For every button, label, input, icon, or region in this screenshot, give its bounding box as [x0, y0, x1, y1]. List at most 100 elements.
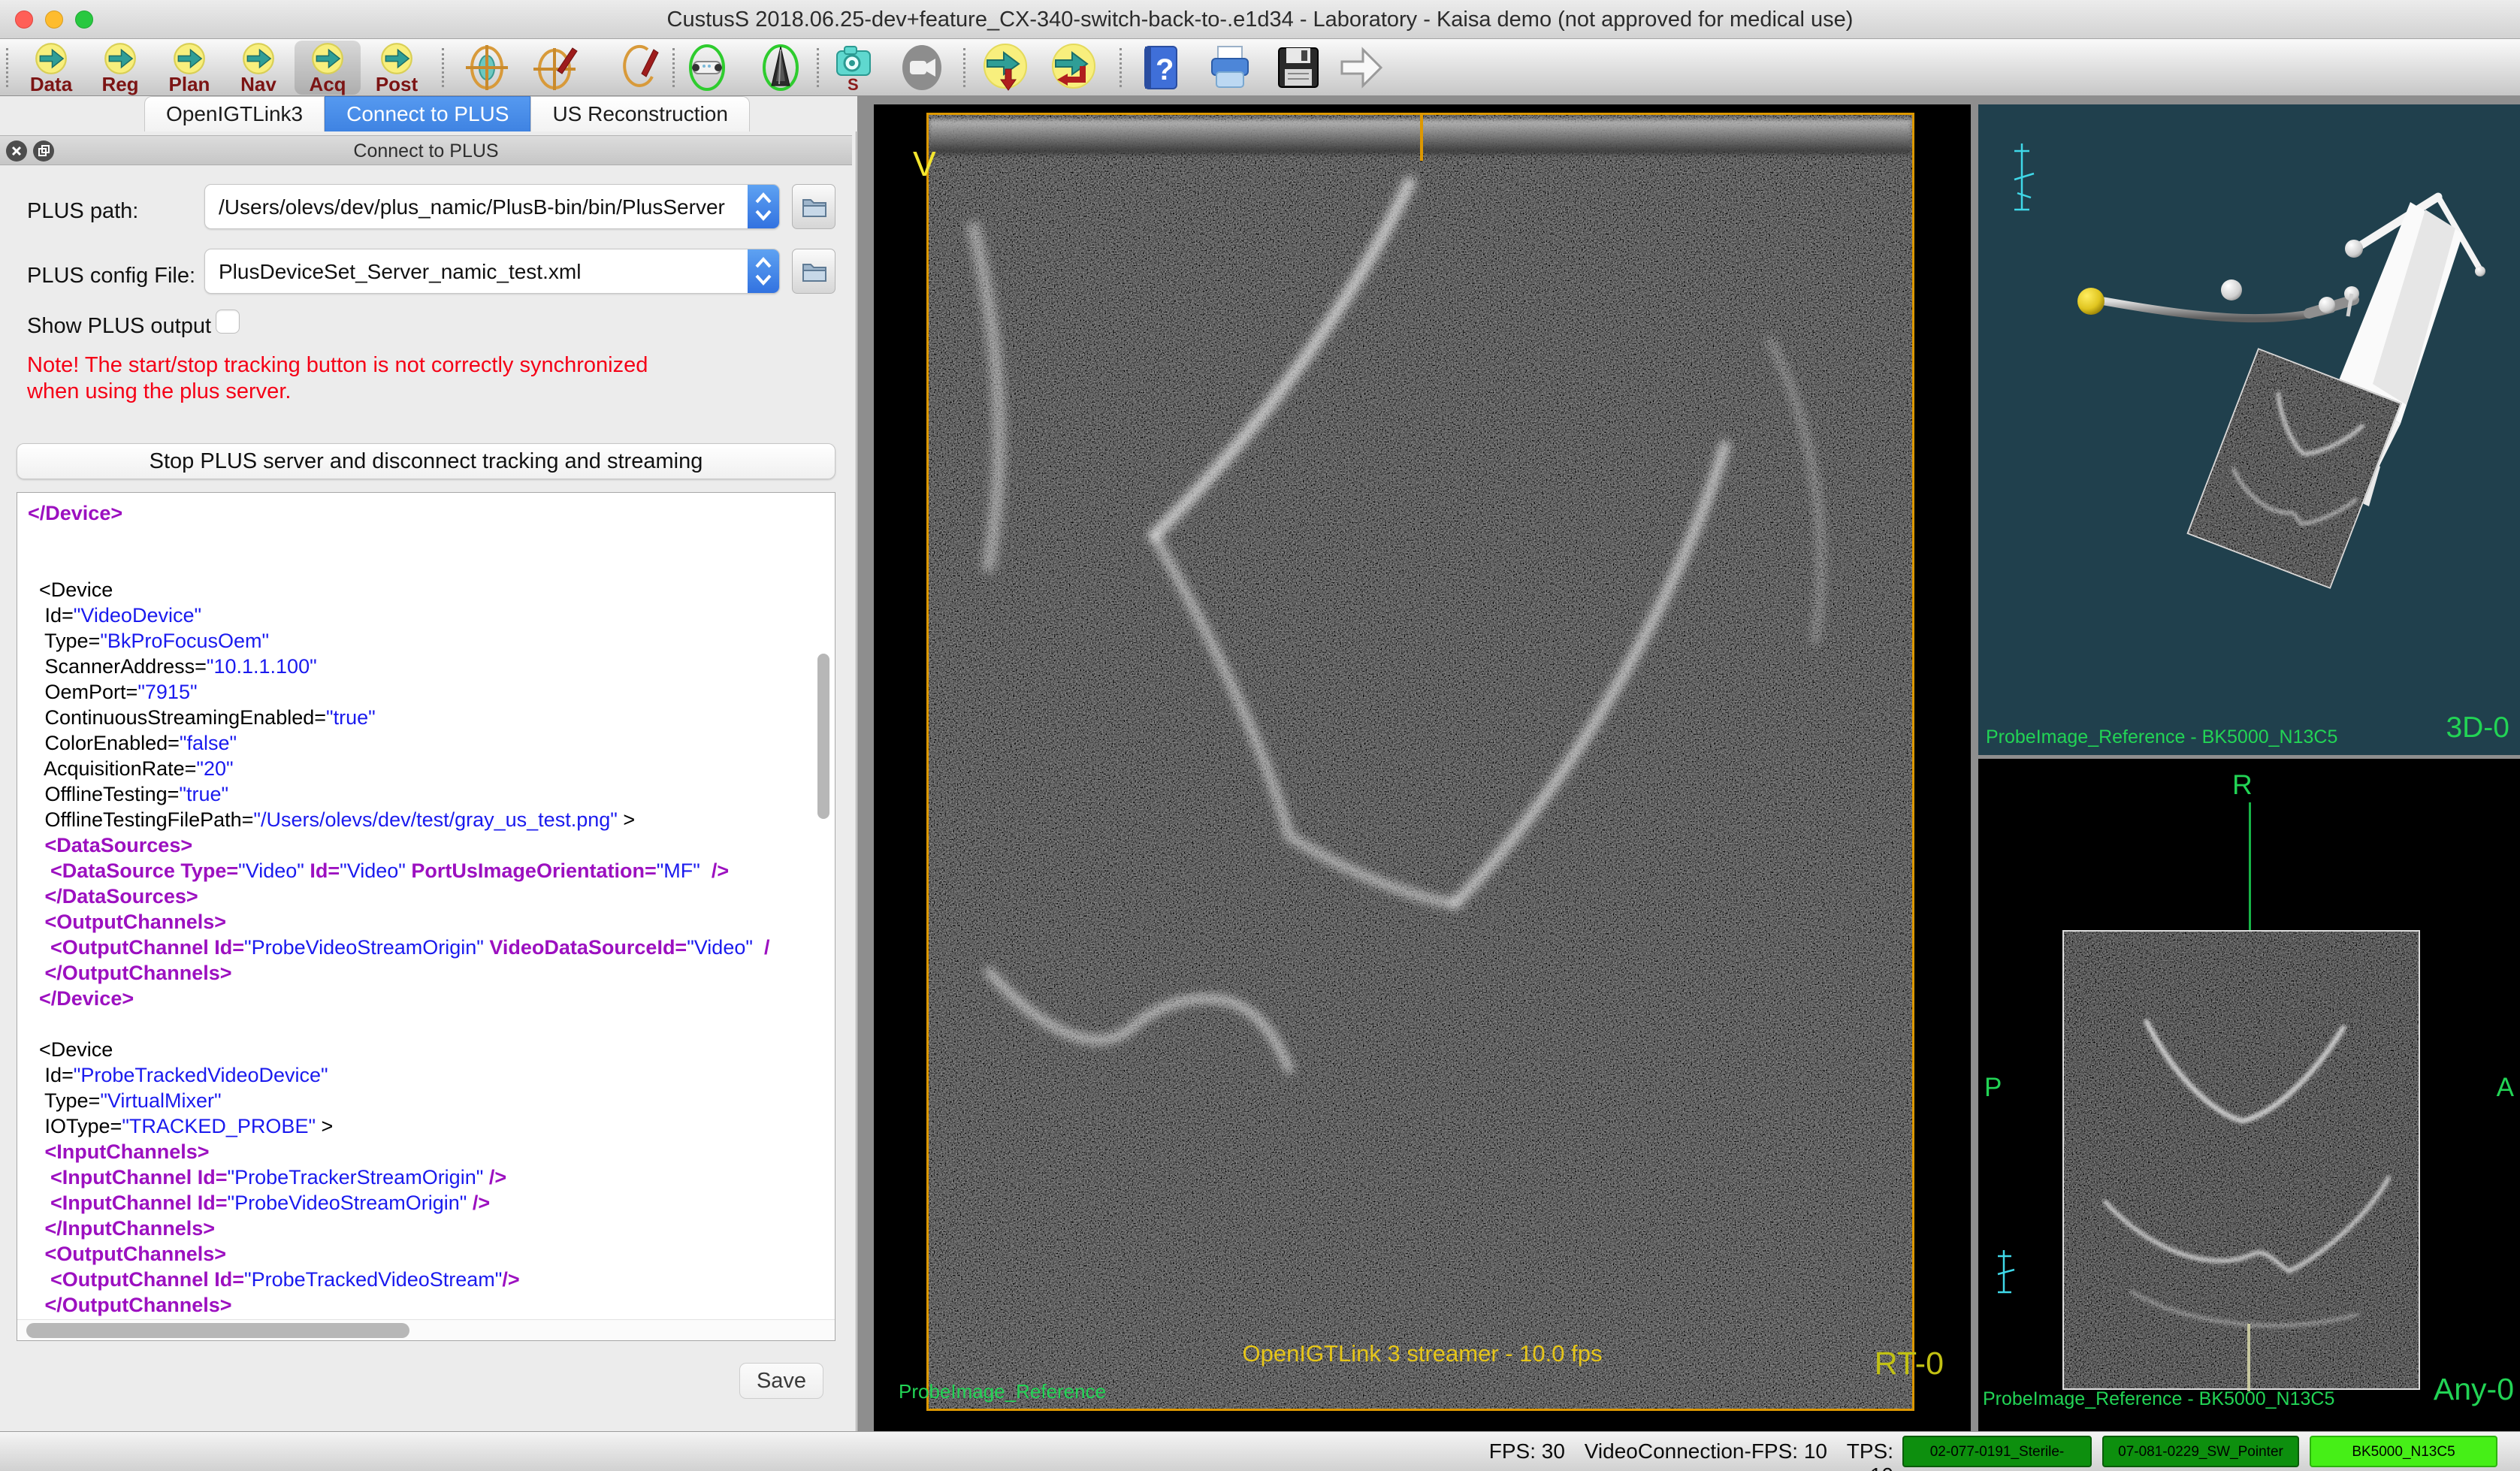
plus-path-value: /Users/olevs/dev/plus_namic/PlusB-bin/bi…	[219, 195, 737, 219]
us-image-frame	[926, 113, 1914, 1411]
workflow-reg-button[interactable]: Reg	[87, 41, 153, 95]
workflow-plan-button[interactable]: Plan	[156, 41, 222, 95]
arrow-right-return-icon	[1050, 44, 1098, 92]
white-arrow-icon	[1337, 44, 1385, 92]
flow-arrow-icon	[35, 42, 68, 75]
probe-orientation-tick	[1420, 113, 1423, 161]
help-button[interactable]: ?	[1138, 44, 1186, 92]
title-bar: CustusS 2018.06.25-dev+feature_CX-340-sw…	[0, 0, 2520, 39]
flow-arrow-icon	[173, 42, 206, 75]
plus-config-browse-button[interactable]	[792, 249, 835, 294]
probe-axis-line	[2249, 802, 2251, 932]
tracking-reference-button[interactable]	[683, 44, 731, 92]
probe-tool-icon	[757, 44, 805, 92]
chevron-up-down-icon	[754, 192, 773, 222]
toolbar-drag-handle[interactable]	[672, 48, 675, 87]
toolbar-drag-handle[interactable]	[817, 48, 820, 87]
open-file-icon	[800, 192, 829, 221]
toolbar-drag-handle[interactable]	[442, 48, 445, 87]
plus-path-browse-button[interactable]	[792, 184, 835, 229]
plus-config-value: PlusDeviceSet_Server_namic_test.xml	[219, 260, 737, 284]
note-line-1: Note! The start/stop tracking button is …	[27, 353, 648, 378]
application-window: CustusS 2018.06.25-dev+feature_CX-340-sw…	[0, 0, 2520, 1471]
plus-path-combobox[interactable]: /Users/olevs/dev/plus_namic/PlusB-bin/bi…	[204, 184, 780, 229]
svg-text:S: S	[848, 75, 859, 92]
stream-status-label: OpenIGTLink 3 streamer - 10.0 fps	[874, 1340, 1971, 1367]
note-line-2: when using the plus server.	[27, 379, 291, 404]
workflow-data-button[interactable]: Data	[18, 41, 84, 95]
workflow-post-button[interactable]: Post	[364, 41, 430, 95]
import-stream-button[interactable]	[981, 44, 1029, 92]
view-area: V ProbeImage_Reference OpenIGTLink 3 str…	[857, 96, 2520, 1431]
probe-beam-line	[2247, 1324, 2250, 1391]
xml-horizontal-scrollbar[interactable]	[26, 1323, 409, 1338]
shoot-through-button[interactable]	[1337, 44, 1385, 92]
plus-config-combobox[interactable]: PlusDeviceSet_Server_namic_test.xml	[204, 249, 780, 294]
plugin-tab-bar: OpenIGTLink3 Connect to PLUS US Reconstr…	[144, 96, 750, 131]
tool-status-badge: BK5000_N13C5	[2310, 1436, 2497, 1467]
us-snapshot-button[interactable]: S	[829, 44, 878, 92]
show-output-label: Show PLUS output	[27, 314, 211, 339]
flow-arrow-icon	[242, 42, 275, 75]
fast-registration-button[interactable]	[615, 44, 663, 92]
tracking-marker	[2221, 279, 2242, 301]
workflow-label: Acq	[295, 75, 361, 93]
workflow-nav-button[interactable]: Nav	[225, 41, 292, 95]
save-session-button[interactable]	[1274, 44, 1322, 92]
workflow-label: Reg	[87, 75, 153, 93]
screenshot-button[interactable]	[1206, 44, 1254, 92]
workflow-label: Data	[18, 75, 84, 93]
plus-path-stepper[interactable]	[748, 185, 779, 228]
floppy-disk-icon	[1274, 44, 1322, 92]
save-button[interactable]: Save	[739, 1363, 823, 1399]
fps-cluster: FPS: 30 VideoConnection-FPS: 10 TPS: 10	[1458, 1439, 1893, 1471]
view3d-reference-label: ProbeImage_Reference - BK5000_N13C5	[1986, 726, 2337, 748]
connect-to-plus-panel: Connect to PLUS PLUS path: /Users/olevs/…	[0, 131, 857, 1431]
pointer-tip-sphere	[2077, 288, 2105, 315]
toolbar-drag-handle[interactable]	[1119, 48, 1123, 87]
any-reference-label: ProbeImage_Reference - BK5000_N13C5	[1983, 1388, 2334, 1410]
tab-us-reconstruction[interactable]: US Reconstruction	[530, 96, 749, 131]
tool-status-badge: 02-077-0191_Sterile-RefFrame	[1902, 1436, 2092, 1467]
show-output-checkbox[interactable]	[216, 310, 240, 334]
flow-arrow-icon	[380, 42, 413, 75]
xml-editor[interactable]: </Device> <Device Id="VideoDevice" Type=…	[17, 492, 835, 1341]
flow-arrow-icon	[311, 42, 344, 75]
toolbar-drag-handle[interactable]	[963, 48, 966, 87]
landmark-registration-button[interactable]	[532, 44, 580, 92]
tracking-tool-icon	[683, 44, 731, 92]
probe-tracking-button[interactable]	[757, 44, 805, 92]
toolbar-drag-handle[interactable]	[6, 48, 9, 87]
main-toolbar: Data Reg Plan Nav Acq Post	[0, 39, 2520, 96]
fps-label: FPS: 30	[1489, 1439, 1565, 1463]
center-image-button[interactable]	[463, 44, 511, 92]
workflow-label: Post	[364, 75, 430, 93]
view-3d[interactable]: ProbeImage_Reference - BK5000_N13C5 3D-0	[1978, 104, 2520, 755]
camera-s-icon: S	[829, 44, 878, 92]
ellipse-pen-icon	[615, 44, 663, 92]
xml-vertical-scrollbar[interactable]	[817, 654, 829, 819]
plus-config-stepper[interactable]	[748, 249, 779, 293]
orientation-label-a: A	[2497, 1073, 2514, 1103]
plus-config-label: PLUS config File:	[27, 264, 195, 288]
stop-plus-server-button[interactable]: Stop PLUS server and disconnect tracking…	[17, 443, 835, 479]
status-bar: FPS: 30 VideoConnection-FPS: 10 TPS: 10 …	[0, 1431, 2520, 1471]
panel-title: Connect to PLUS	[0, 140, 852, 162]
stream-return-button[interactable]	[1050, 44, 1098, 92]
chevron-up-down-icon	[754, 256, 773, 286]
record-video-button[interactable]	[898, 44, 946, 92]
realtime-us-view[interactable]: V ProbeImage_Reference OpenIGTLink 3 str…	[874, 104, 1971, 1431]
arrow-right-down-icon	[981, 44, 1029, 92]
axes-marker-icon	[1992, 1246, 2022, 1298]
view-any[interactable]: R	[1978, 759, 2520, 1431]
orientation-label-p: P	[1984, 1073, 2002, 1103]
view-tag-any0: Any-0	[2434, 1372, 2514, 1407]
workflow-acq-button[interactable]: Acq	[295, 41, 361, 95]
printer-icon	[1206, 44, 1254, 92]
video-camera-icon	[898, 44, 946, 92]
tool-status-badge: 07-081-0229_SW_Pointer	[2102, 1436, 2299, 1467]
tab-openigtlink3[interactable]: OpenIGTLink3	[144, 96, 325, 131]
tab-connect-to-plus[interactable]: Connect to PLUS	[325, 96, 530, 131]
svg-text:?: ?	[1156, 53, 1174, 86]
us-image	[929, 115, 1914, 1411]
